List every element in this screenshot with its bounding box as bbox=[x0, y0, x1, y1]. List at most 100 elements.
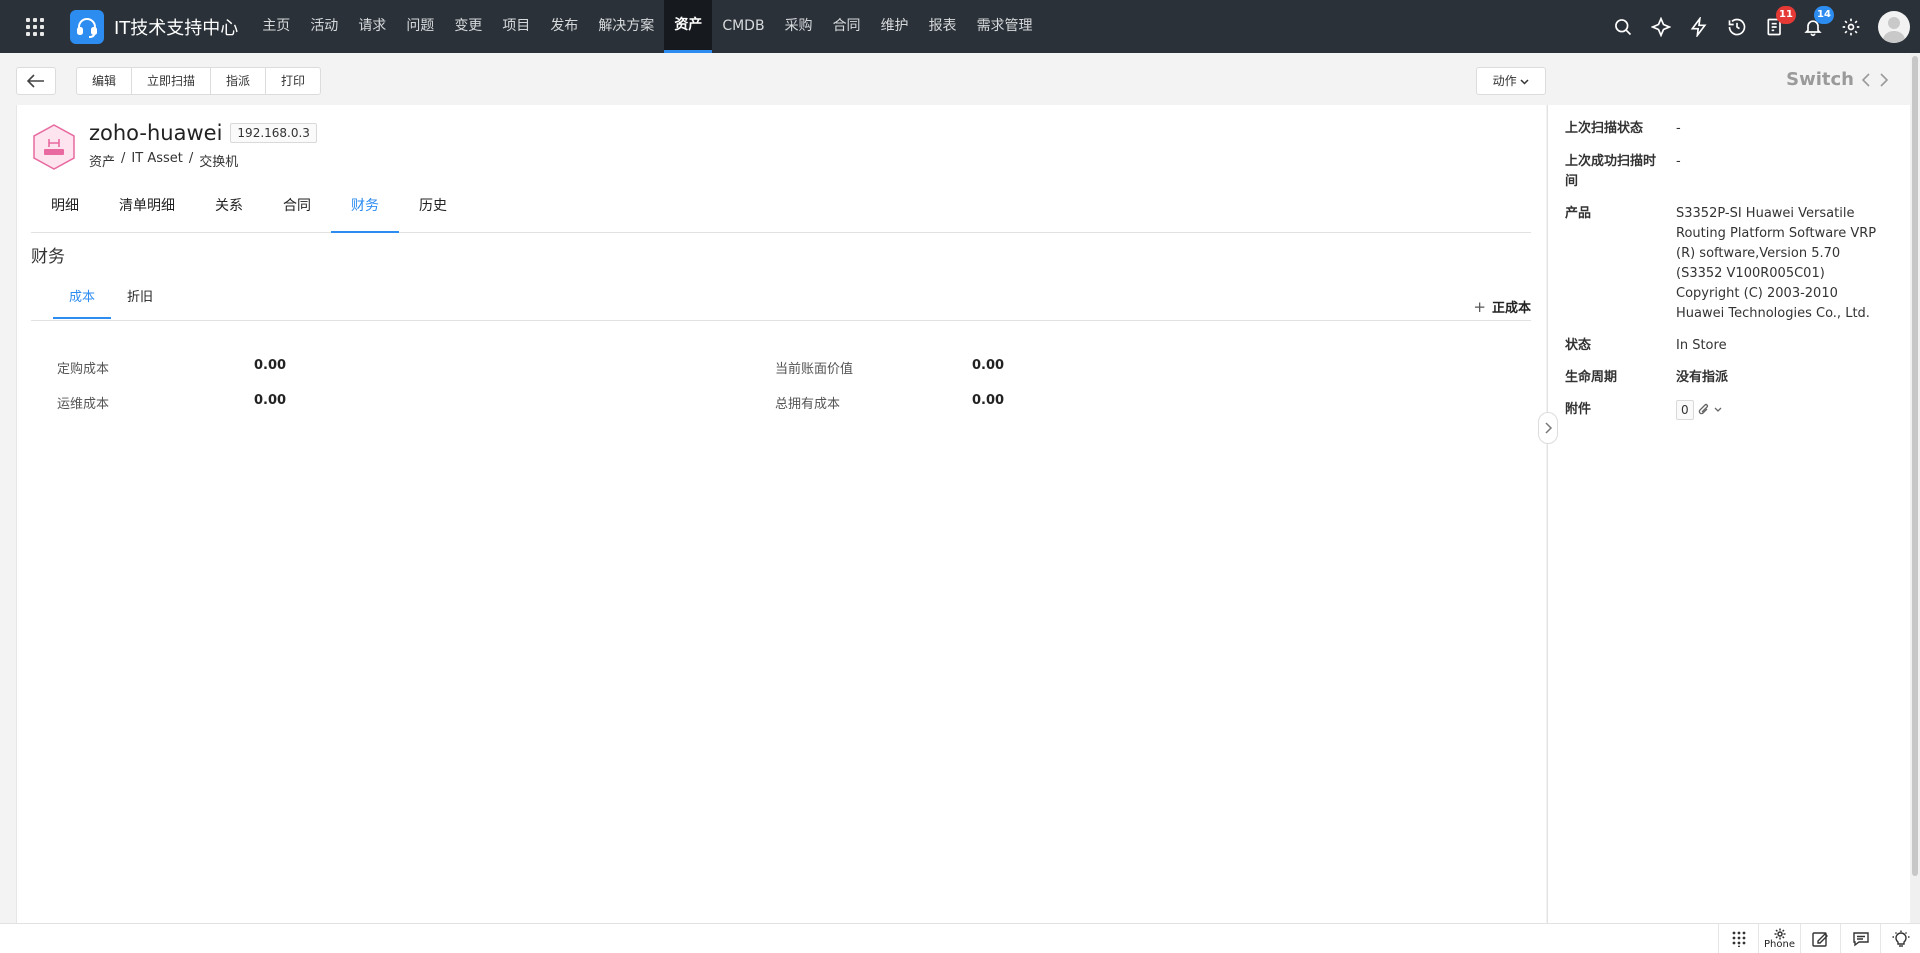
gear-icon[interactable] bbox=[1832, 0, 1870, 53]
last-scan-status-value: - bbox=[1676, 121, 1681, 136]
nav-activities[interactable]: 活动 bbox=[300, 0, 348, 53]
finance-section-title: 财务 bbox=[31, 247, 65, 267]
status-value: In Store bbox=[1676, 338, 1727, 353]
lightbulb-icon[interactable] bbox=[1880, 924, 1920, 953]
attachment-dropdown[interactable]: 0 bbox=[1676, 400, 1722, 420]
status-label: 状态 bbox=[1565, 338, 1592, 353]
chevron-down-icon bbox=[1520, 79, 1529, 85]
plus-icon: + bbox=[1473, 297, 1486, 316]
print-button[interactable]: 打印 bbox=[266, 68, 320, 94]
attachment-label: 附件 bbox=[1565, 402, 1592, 417]
main-nav: 主页 活动 请求 问题 变更 项目 发布 解决方案 资产 CMDB 采购 合同 … bbox=[252, 0, 1042, 53]
purchase-cost-value: 0.00 bbox=[254, 358, 287, 373]
tco-value: 0.00 bbox=[972, 393, 1005, 408]
assign-button[interactable]: 指派 bbox=[211, 68, 267, 94]
arrow-left-icon bbox=[27, 74, 44, 88]
actions-label: 动作 bbox=[1492, 74, 1517, 88]
search-icon[interactable] bbox=[1604, 0, 1642, 53]
asset-title-row: zoho-huawei 192.168.0.3 bbox=[89, 121, 317, 145]
detail-tabs: 明细 清单明细 关系 合同 财务 历史 bbox=[31, 183, 1531, 233]
notification-badge: 14 bbox=[1814, 6, 1834, 24]
breadcrumb-it-asset[interactable]: IT Asset bbox=[131, 151, 182, 170]
breadcrumb-separator: / bbox=[121, 151, 126, 166]
header-actions: 11 14 bbox=[1604, 0, 1920, 53]
chevron-right-icon bbox=[1545, 422, 1552, 434]
breadcrumb-separator: / bbox=[188, 151, 194, 166]
asset-name: zoho-huawei bbox=[89, 121, 223, 145]
asset-summary-panel: 上次扫描状态 - 上次成功扫描时间 - 产品 S3352P-SI Huawei … bbox=[1547, 105, 1910, 923]
last-success-scan-value: - bbox=[1676, 154, 1681, 169]
breadcrumb-switch[interactable]: 交换机 bbox=[199, 151, 238, 170]
subtab-cost[interactable]: 成本 bbox=[53, 280, 112, 319]
bell-icon[interactable]: 14 bbox=[1794, 0, 1834, 53]
back-button[interactable] bbox=[16, 67, 56, 95]
chevron-down-icon bbox=[1714, 407, 1722, 412]
history-icon[interactable] bbox=[1718, 0, 1756, 53]
paperclip-icon bbox=[1698, 403, 1708, 415]
switch-device-icon bbox=[31, 123, 77, 171]
nav-home[interactable]: 主页 bbox=[252, 0, 300, 53]
tab-relationships[interactable]: 关系 bbox=[195, 183, 263, 233]
collapse-side-panel-button[interactable] bbox=[1538, 412, 1558, 444]
breadcrumb: 资产 / IT Asset / 交换机 bbox=[89, 151, 238, 170]
bottom-bar: Phone bbox=[0, 923, 1920, 953]
dialpad-icon[interactable] bbox=[1718, 924, 1758, 953]
nav-contracts[interactable]: 合同 bbox=[823, 0, 871, 53]
chat-icon[interactable] bbox=[1840, 924, 1880, 953]
tab-finance[interactable]: 财务 bbox=[331, 183, 399, 233]
scrollbar-thumb[interactable] bbox=[1912, 56, 1918, 876]
headset-logo-icon[interactable] bbox=[70, 9, 104, 44]
todo-badge: 11 bbox=[1776, 6, 1796, 24]
tab-details[interactable]: 明细 bbox=[31, 183, 99, 233]
nav-purchase[interactable]: 采购 bbox=[775, 0, 823, 53]
nav-maintenance[interactable]: 维护 bbox=[871, 0, 919, 53]
todo-list-icon[interactable]: 11 bbox=[1756, 0, 1796, 53]
attachment-control: 0 bbox=[1676, 400, 1886, 421]
subtab-depreciation[interactable]: 折旧 bbox=[111, 280, 169, 319]
phone-button[interactable]: Phone bbox=[1758, 924, 1800, 953]
book-value-label: 当前账面价值 bbox=[775, 362, 854, 377]
nav-demand-management[interactable]: 需求管理 bbox=[967, 0, 1043, 53]
nav-assets[interactable]: 资产 bbox=[664, 0, 713, 53]
edit-button[interactable]: 编辑 bbox=[77, 68, 133, 94]
ops-cost-label: 运维成本 bbox=[57, 397, 110, 412]
user-avatar[interactable] bbox=[1878, 10, 1910, 43]
book-value-value: 0.00 bbox=[972, 358, 1005, 373]
tab-inventory-details[interactable]: 清单明细 bbox=[99, 183, 195, 233]
lightning-icon[interactable] bbox=[1680, 0, 1718, 53]
nav-problems[interactable]: 问题 bbox=[396, 0, 444, 53]
switch-label: Switch bbox=[1786, 69, 1854, 90]
scan-now-button[interactable]: 立即扫描 bbox=[132, 68, 212, 94]
nav-requests[interactable]: 请求 bbox=[348, 0, 396, 53]
nav-changes[interactable]: 变更 bbox=[444, 0, 492, 53]
action-button-group: 编辑 立即扫描 指派 打印 bbox=[76, 67, 322, 95]
actions-dropdown[interactable]: 动作 bbox=[1476, 67, 1546, 95]
add-cost-button[interactable]: + 正成本 bbox=[1473, 297, 1531, 317]
phone-label: Phone bbox=[1764, 939, 1795, 950]
chevron-left-icon[interactable] bbox=[1860, 72, 1872, 88]
nav-cmdb[interactable]: CMDB bbox=[712, 0, 774, 53]
lifecycle-value: 没有指派 bbox=[1676, 370, 1729, 385]
subtab-divider bbox=[31, 320, 1531, 321]
nav-reports[interactable]: 报表 bbox=[919, 0, 967, 53]
product-value[interactable]: S3352P-SI Huawei Versatile Routing Platf… bbox=[1676, 204, 1886, 324]
record-switcher: Switch bbox=[1786, 69, 1890, 90]
lifecycle-label: 生命周期 bbox=[1565, 370, 1618, 385]
finance-subtabs: 成本 折旧 bbox=[53, 280, 169, 319]
tab-history[interactable]: 历史 bbox=[399, 183, 467, 233]
ai-sparkle-icon[interactable] bbox=[1642, 0, 1680, 53]
nav-solutions[interactable]: 解决方案 bbox=[588, 0, 664, 53]
last-scan-status-label: 上次扫描状态 bbox=[1565, 121, 1644, 136]
app-launcher-button[interactable] bbox=[0, 0, 70, 53]
breadcrumb-assets[interactable]: 资产 bbox=[89, 151, 115, 170]
brand-title[interactable]: IT技术支持中心 bbox=[114, 14, 238, 40]
note-edit-icon[interactable] bbox=[1800, 924, 1840, 953]
tab-contracts[interactable]: 合同 bbox=[263, 183, 331, 233]
ops-cost-value: 0.00 bbox=[254, 393, 287, 408]
add-cost-label: 正成本 bbox=[1491, 301, 1531, 316]
asset-detail-panel: zoho-huawei 192.168.0.3 资产 / IT Asset / … bbox=[16, 105, 1546, 923]
nav-projects[interactable]: 项目 bbox=[492, 0, 540, 53]
nav-releases[interactable]: 发布 bbox=[540, 0, 588, 53]
grid-icon bbox=[26, 17, 44, 36]
chevron-right-icon[interactable] bbox=[1878, 72, 1890, 88]
